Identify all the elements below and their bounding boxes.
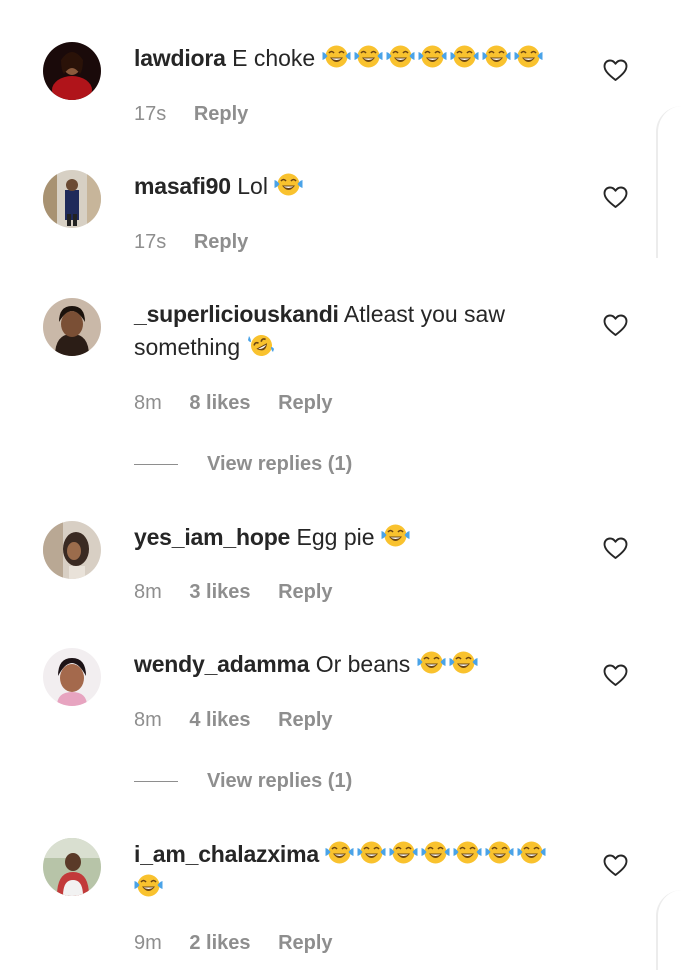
face-with-tears-of-joy-icon: [322, 43, 351, 70]
comment-body: yes_iam_hope Egg pie: [134, 521, 564, 554]
face-with-tears-of-joy-icon: [274, 171, 303, 198]
comment-time: 9m: [134, 932, 162, 954]
emoji-row: [322, 45, 546, 71]
face-with-tears-of-joy-icon: [389, 839, 418, 866]
face-with-tears-of-joy-icon: [453, 839, 482, 866]
reply-button[interactable]: Reply: [278, 581, 332, 603]
comment-body: masafi90 Lol: [134, 170, 564, 203]
view-replies-button[interactable]: View replies (1): [134, 769, 352, 793]
face-with-tears-of-joy-icon: [386, 43, 415, 70]
face-with-tears-of-joy-icon: [449, 649, 478, 676]
comment-time: 8m: [134, 709, 162, 731]
adjacent-panel-edge: [656, 890, 684, 970]
face-with-tears-of-joy-icon: [514, 43, 543, 70]
heart-outline-icon[interactable]: [603, 186, 628, 209]
face-with-tears-of-joy-icon: [482, 43, 511, 70]
reply-button[interactable]: Reply: [194, 103, 248, 125]
avatar[interactable]: [43, 42, 101, 100]
comment-text: Lol: [237, 173, 268, 199]
face-with-tears-of-joy-icon: [450, 43, 479, 70]
comment-body: lawdiora E choke: [134, 42, 564, 75]
face-with-tears-of-joy-icon: [485, 839, 514, 866]
heart-outline-icon[interactable]: [603, 537, 628, 560]
face-with-tears-of-joy-icon: [381, 522, 410, 549]
comment-time: 17s: [134, 103, 167, 125]
face-with-tears-of-joy-icon: [354, 43, 383, 70]
avatar[interactable]: [43, 170, 101, 228]
face-with-tears-of-joy-icon: [421, 839, 450, 866]
comment-text: E choke: [232, 45, 316, 71]
comment-text: Egg pie: [296, 524, 375, 550]
face-with-tears-of-joy-icon: [418, 43, 447, 70]
face-with-tears-of-joy-icon: [517, 839, 546, 866]
comment-time: 8m: [134, 392, 162, 414]
thread-line: [134, 780, 178, 783]
comment-username[interactable]: i_am_chalazxima: [134, 841, 319, 867]
adjacent-panel-edge: [656, 106, 684, 258]
face-with-tears-of-joy-icon: [417, 649, 446, 676]
view-replies-button[interactable]: View replies (1): [134, 452, 352, 476]
comment-username[interactable]: yes_iam_hope: [134, 524, 290, 550]
view-replies-label: View replies (1): [207, 770, 353, 792]
comment-meta: 8m 3 likes Reply: [134, 580, 333, 604]
comment-body: _superliciouskandi Atleast you saw somet…: [134, 298, 564, 364]
comment-meta: 17s Reply: [134, 230, 248, 254]
thread-line: [134, 463, 178, 466]
comment-username[interactable]: _superliciouskandi: [134, 301, 339, 327]
rolling-on-the-floor-laughing-icon: [247, 332, 276, 359]
avatar[interactable]: [43, 521, 101, 579]
comment-meta: 8m 4 likes Reply: [134, 708, 333, 732]
comment-time: 17s: [134, 231, 167, 253]
comment-meta: 8m 8 likes Reply: [134, 391, 333, 415]
likes-count[interactable]: 3 likes: [189, 581, 250, 603]
comment-username[interactable]: wendy_adamma: [134, 651, 309, 677]
comment-meta: 17s Reply: [134, 102, 248, 126]
comment-body: i_am_chalazxima: [134, 838, 564, 904]
comment-text: Or beans: [315, 651, 411, 677]
likes-count[interactable]: 2 likes: [189, 932, 250, 954]
likes-count[interactable]: 8 likes: [189, 392, 250, 414]
heart-outline-icon[interactable]: [603, 59, 628, 82]
comment-time: 8m: [134, 581, 162, 603]
reply-button[interactable]: Reply: [278, 932, 332, 954]
avatar[interactable]: [43, 838, 101, 896]
comment-username[interactable]: lawdiora: [134, 45, 226, 71]
view-replies-label: View replies (1): [207, 453, 353, 475]
heart-outline-icon[interactable]: [603, 664, 628, 687]
reply-button[interactable]: Reply: [278, 709, 332, 731]
comment-meta: 9m 2 likes Reply: [134, 931, 333, 955]
avatar[interactable]: [43, 298, 101, 356]
comment-username[interactable]: masafi90: [134, 173, 231, 199]
face-with-tears-of-joy-icon: [134, 872, 163, 899]
comment-body: wendy_adamma Or beans: [134, 648, 564, 681]
heart-outline-icon[interactable]: [603, 314, 628, 337]
face-with-tears-of-joy-icon: [357, 839, 386, 866]
likes-count[interactable]: 4 likes: [189, 709, 250, 731]
reply-button[interactable]: Reply: [194, 231, 248, 253]
heart-outline-icon[interactable]: [603, 854, 628, 877]
face-with-tears-of-joy-icon: [325, 839, 354, 866]
comment-list: lawdiora E choke 17s Reply masafi90 Lol …: [0, 0, 684, 970]
reply-button[interactable]: Reply: [278, 392, 332, 414]
avatar[interactable]: [43, 648, 101, 706]
